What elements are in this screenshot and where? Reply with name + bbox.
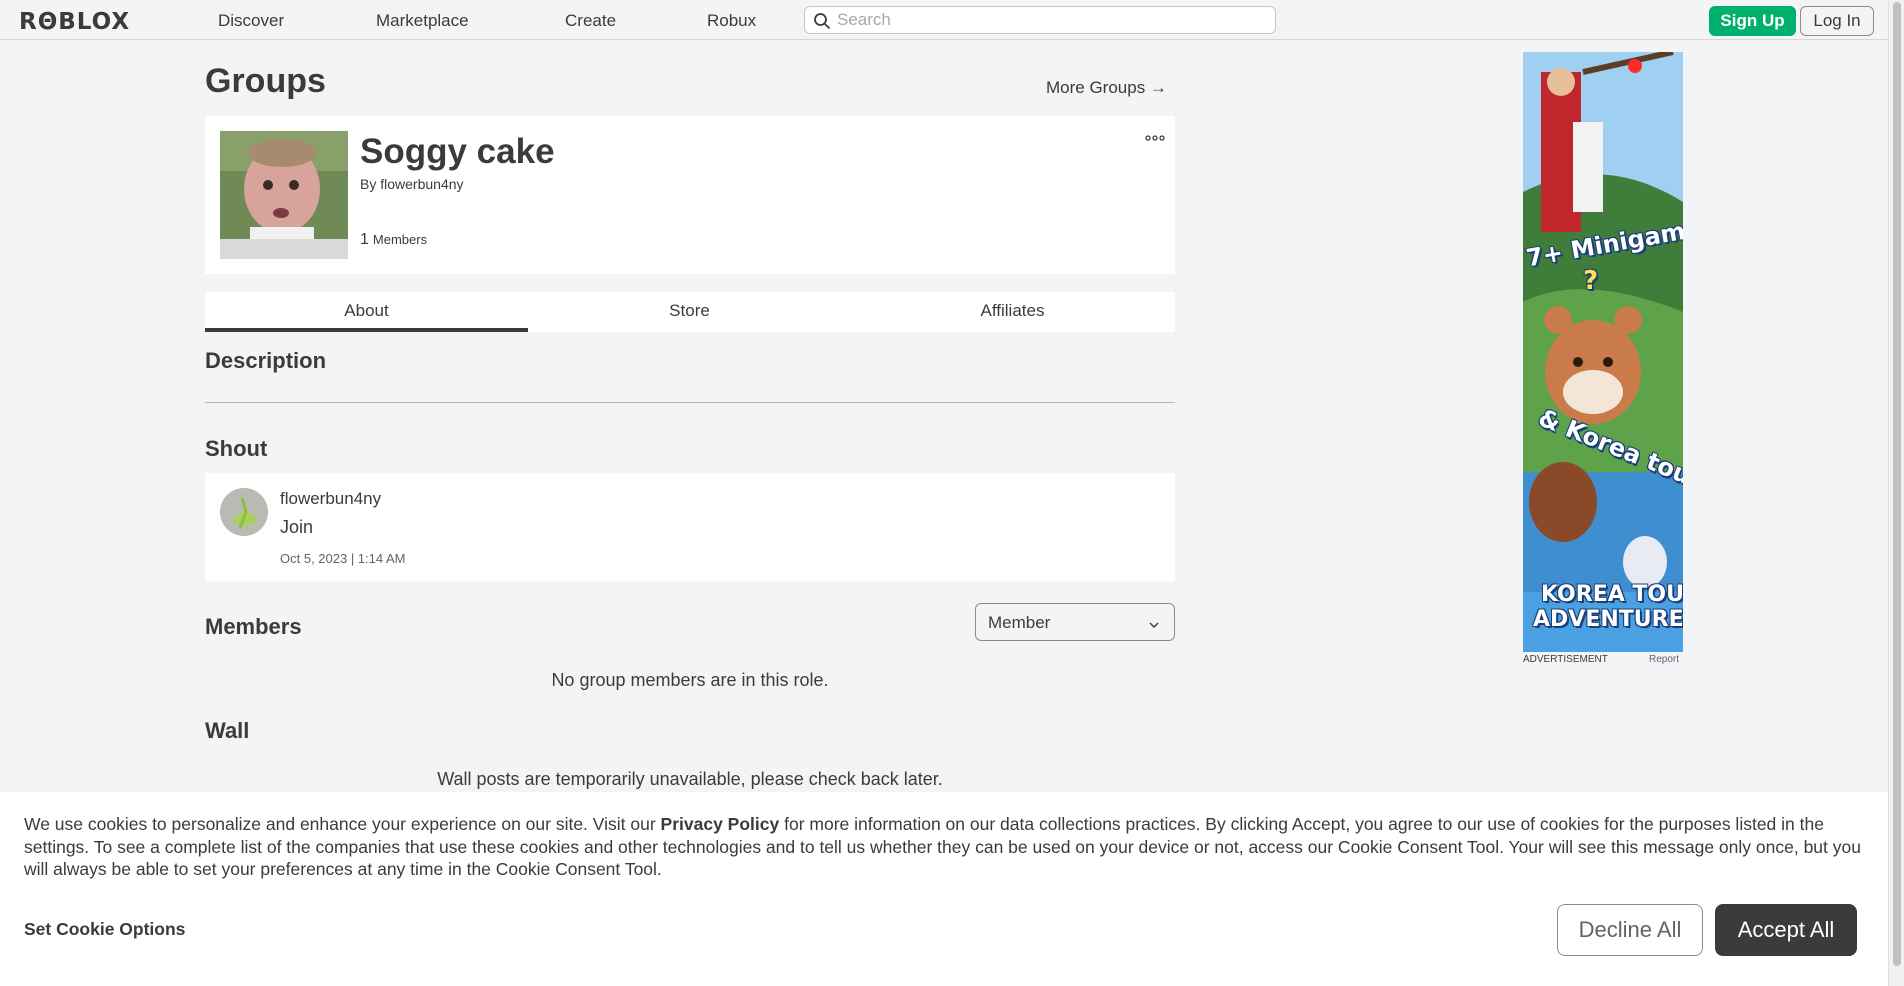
shout-message: Join (280, 517, 314, 537)
nav-marketplace[interactable]: Marketplace (376, 11, 469, 31)
members-empty-message: No group members are in this role. (551, 670, 829, 690)
decline-all-button[interactable]: Decline All (1557, 904, 1703, 956)
group-shout: flowerbun4ny Join Oct 5, 2023 | 1:14 AM (205, 473, 1175, 581)
top-nav-bar: RΘBLOX Discover Marketplace Create Robux… (0, 0, 1888, 40)
group-emblem-image (220, 131, 348, 259)
group-owner-line: By flowerbun4ny (360, 176, 464, 192)
member-count-value: 1 (360, 231, 369, 248)
page-title: Groups (205, 62, 326, 100)
more-groups-link[interactable]: More Groups → (1046, 78, 1167, 98)
ad-title-line2: ADVENTURE (1533, 607, 1683, 632)
ad-artwork (1523, 52, 1683, 652)
report-ad-link[interactable]: Report (1649, 654, 1679, 665)
wall-heading: Wall (205, 718, 250, 743)
group-tabs: About Store Affiliates (205, 292, 1175, 332)
nav-discover[interactable]: Discover (218, 11, 284, 31)
ad-question-mark: ? (1583, 266, 1599, 296)
avatar[interactable] (220, 488, 268, 536)
group-header-card: Soggy cake By flowerbun4ny 1 Members (205, 116, 1175, 274)
by-prefix: By (360, 176, 377, 192)
wall-unavailable-message: Wall posts are temporarily unavailable, … (437, 769, 943, 789)
advertisement-banner[interactable]: 7+ Minigames ? & Korea tour! KOREA TOUR … (1523, 52, 1683, 652)
search-box (804, 6, 1276, 34)
member-count: 1 Members (360, 231, 427, 249)
search-icon (813, 12, 831, 30)
advertisement-label: ADVERTISEMENT (1523, 654, 1608, 665)
tab-affiliates[interactable]: Affiliates (851, 292, 1174, 332)
search-input[interactable] (837, 9, 1267, 31)
cookie-consent-banner: We use cookies to personalize and enhanc… (0, 792, 1888, 986)
roblox-logo[interactable]: RΘBLOX (19, 9, 130, 35)
accept-all-button[interactable]: Accept All (1715, 904, 1857, 956)
nav-robux[interactable]: Robux (707, 11, 756, 31)
tab-about[interactable]: About (205, 292, 528, 332)
privacy-policy-link[interactable]: Privacy Policy (661, 814, 780, 834)
member-count-label: Members (372, 232, 428, 247)
shout-heading: Shout (205, 436, 268, 461)
ad-title-line1: KOREA TOUR (1541, 582, 1683, 607)
page-scrollbar[interactable] (1888, 0, 1904, 986)
log-in-button[interactable]: Log In (1800, 6, 1874, 36)
members-heading: Members (205, 614, 302, 639)
cookie-text-part1: We use cookies to personalize and enhanc… (24, 814, 661, 834)
chevron-down-icon (1148, 616, 1160, 628)
group-owner-link[interactable]: flowerbun4ny (380, 176, 463, 192)
shout-timestamp: Oct 5, 2023 | 1:14 AM (280, 551, 406, 566)
nav-create[interactable]: Create (565, 11, 616, 31)
role-dropdown[interactable]: Member (975, 603, 1175, 641)
section-divider (205, 402, 1175, 403)
cookie-notice-text: We use cookies to personalize and enhanc… (24, 813, 1874, 881)
set-cookie-options-button[interactable]: Set Cookie Options (24, 919, 185, 940)
description-heading: Description (205, 348, 327, 373)
role-dropdown-value: Member (988, 613, 1051, 632)
tab-store[interactable]: Store (528, 292, 851, 332)
shout-poster-link[interactable]: flowerbun4ny (280, 489, 381, 509)
scrollbar-thumb[interactable] (1893, 2, 1901, 966)
group-name: Soggy cake (360, 132, 555, 171)
sign-up-button[interactable]: Sign Up (1709, 6, 1796, 36)
more-options-icon[interactable] (1145, 130, 1165, 141)
